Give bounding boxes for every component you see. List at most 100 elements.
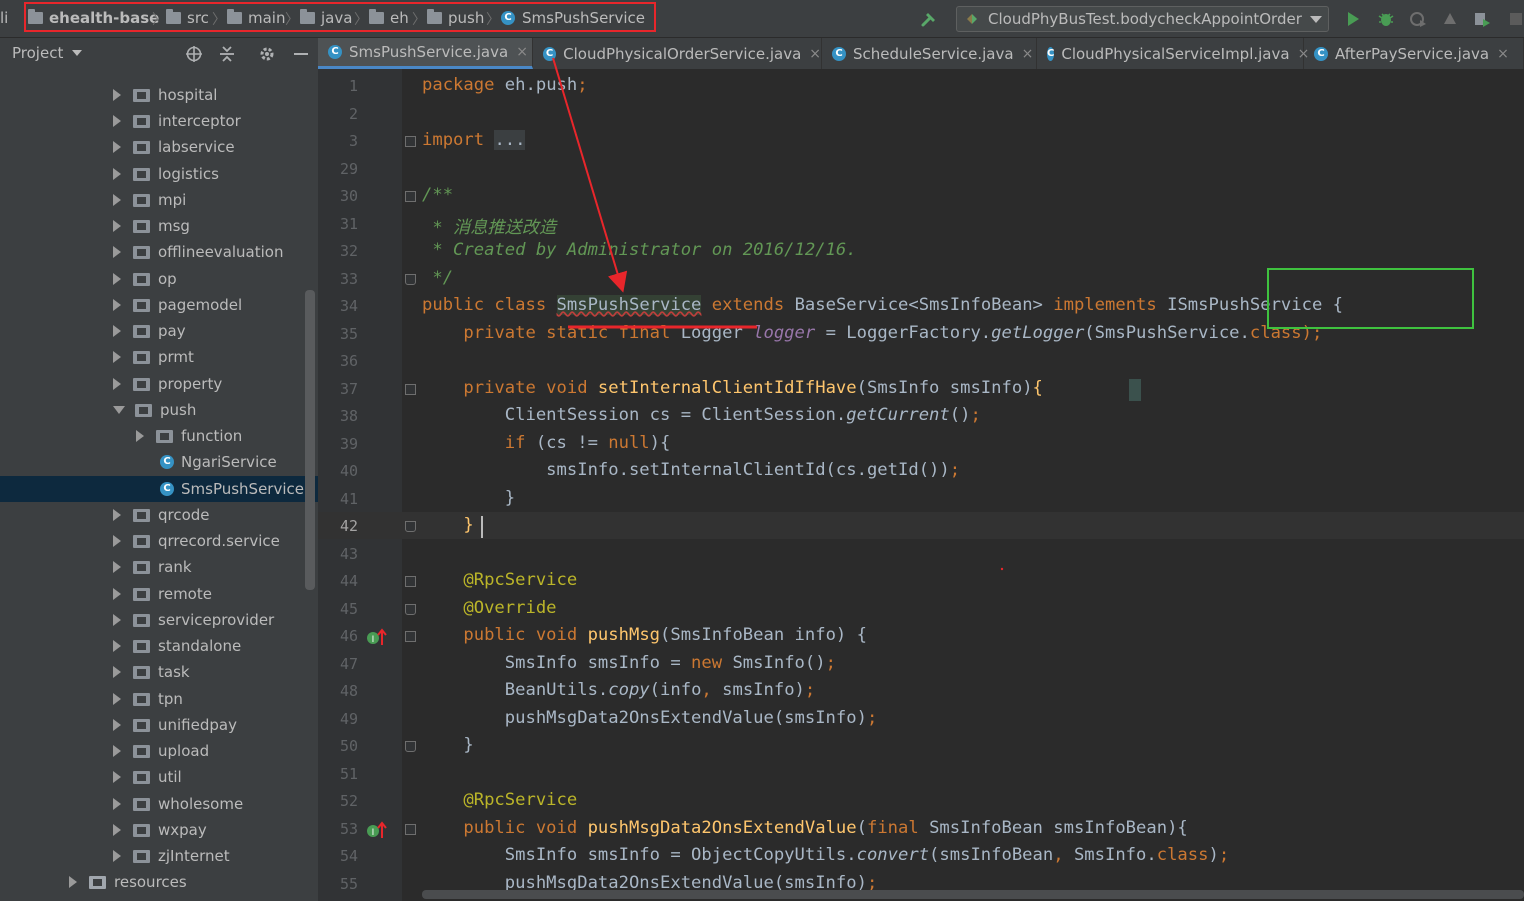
tree-item-task[interactable]: task — [0, 659, 318, 685]
fold-marker-icon[interactable] — [405, 631, 416, 642]
collapsed-arrow-icon[interactable] — [113, 640, 121, 652]
tree-item-function[interactable]: function — [0, 423, 318, 449]
tree-item-offlineevaluation[interactable]: offlineevaluation — [0, 239, 318, 265]
debug-icon[interactable] — [1377, 10, 1395, 28]
fold-marker-icon[interactable] — [405, 136, 416, 147]
tree-item-NgariService[interactable]: C NgariService — [0, 449, 318, 475]
collapsed-arrow-icon[interactable] — [113, 614, 121, 626]
project-view-selector[interactable]: Project — [12, 44, 83, 62]
code-line[interactable]: SmsInfo smsInfo = ObjectCopyUtils.conver… — [422, 845, 1229, 865]
tree-item-mpi[interactable]: mpi — [0, 187, 318, 213]
tree-item-pagemodel[interactable]: pagemodel — [0, 292, 318, 318]
hide-panel-icon[interactable] — [292, 45, 310, 63]
code-line[interactable]: */ — [422, 268, 453, 288]
tree-item-rank[interactable]: rank — [0, 554, 318, 580]
code-line[interactable]: BeanUtils.copy(info, smsInfo); — [422, 680, 816, 700]
collapsed-arrow-icon[interactable] — [113, 378, 121, 390]
tree-item-wholesome[interactable]: wholesome — [0, 791, 318, 817]
collapsed-arrow-icon[interactable] — [113, 351, 121, 363]
fold-marker-icon[interactable] — [405, 604, 416, 615]
collapsed-arrow-icon[interactable] — [113, 509, 121, 521]
close-tab-icon[interactable]: × — [1497, 46, 1509, 62]
implements-method-icon[interactable]: I — [366, 627, 388, 647]
tree-item-assemble[interactable]: assemble — [0, 895, 318, 901]
collapsed-arrow-icon[interactable] — [113, 89, 121, 101]
tree-item-zjInternet[interactable]: zjInternet — [0, 843, 318, 869]
collapsed-arrow-icon[interactable] — [113, 115, 121, 127]
close-tab-icon[interactable]: × — [516, 44, 528, 60]
collapsed-arrow-icon[interactable] — [113, 299, 121, 311]
fold-marker-icon[interactable] — [405, 384, 416, 395]
collapsed-arrow-icon[interactable] — [113, 194, 121, 206]
tree-item-SmsPushService[interactable]: C SmsPushService — [0, 476, 318, 502]
code-line[interactable]: SmsInfo smsInfo = new SmsInfo(); — [422, 653, 836, 673]
collapsed-arrow-icon[interactable] — [113, 535, 121, 547]
code-line[interactable]: @Override — [422, 598, 556, 618]
collapsed-arrow-icon[interactable] — [113, 693, 121, 705]
tree-item-resources[interactable]: resources — [0, 869, 318, 895]
code-line[interactable]: public void pushMsgData2OnsExtendValue(f… — [422, 818, 1187, 838]
code-line[interactable]: public void pushMsg(SmsInfoBean info) { — [422, 625, 867, 645]
code-line[interactable]: private void setInternalClientIdIfHave(S… — [422, 378, 1043, 398]
expanded-arrow-icon[interactable] — [113, 406, 125, 414]
code-line[interactable]: pushMsgData2OnsExtendValue(smsInfo); — [422, 708, 878, 728]
tree-item-qrcode[interactable]: qrcode — [0, 502, 318, 528]
collapsed-arrow-icon[interactable] — [113, 719, 121, 731]
attach-debugger-icon[interactable] — [1473, 10, 1491, 28]
editor-tab[interactable]: C SmsPushService.java × — [318, 38, 533, 69]
tree-item-serviceprovider[interactable]: serviceprovider — [0, 607, 318, 633]
editor-tab[interactable]: C AfterPayService.java × — [1304, 38, 1524, 69]
code-line[interactable]: @RpcService — [422, 790, 577, 810]
tree-item-op[interactable]: op — [0, 266, 318, 292]
tree-item-tpn[interactable]: tpn — [0, 686, 318, 712]
collapsed-arrow-icon[interactable] — [113, 588, 121, 600]
tree-scrollbar[interactable] — [305, 290, 315, 590]
collapsed-arrow-icon[interactable] — [69, 876, 77, 888]
collapsed-arrow-icon[interactable] — [113, 168, 121, 180]
editor-tab[interactable]: C CloudPhysicalOrderService.java × — [533, 38, 822, 69]
tree-item-property[interactable]: property — [0, 371, 318, 397]
tree-item-push[interactable]: push — [0, 397, 318, 423]
collapsed-arrow-icon[interactable] — [136, 430, 144, 442]
fold-marker-icon[interactable] — [405, 521, 416, 532]
tree-item-labservice[interactable]: labservice — [0, 134, 318, 160]
code-line[interactable]: * 消息推送改造 — [422, 213, 556, 238]
tree-item-standalone[interactable]: standalone — [0, 633, 318, 659]
code-line[interactable]: } — [422, 488, 515, 508]
code-line[interactable]: public class SmsPushService extends Base… — [422, 295, 1343, 315]
profile-icon[interactable] — [1441, 10, 1459, 28]
fold-marker-icon[interactable] — [405, 274, 416, 285]
collapsed-arrow-icon[interactable] — [113, 745, 121, 757]
code-line[interactable]: ClientSession cs = ClientSession.getCurr… — [422, 405, 981, 425]
collapsed-arrow-icon[interactable] — [113, 771, 121, 783]
code-line[interactable]: @RpcService — [422, 570, 577, 590]
collapsed-arrow-icon[interactable] — [113, 141, 121, 153]
code-editor[interactable] — [402, 69, 1524, 901]
fold-marker-icon[interactable] — [405, 741, 416, 752]
code-line[interactable]: import ... — [422, 130, 526, 150]
run-configuration-select[interactable]: CloudPhyBusTest.bodycheckAppointOrder — [956, 6, 1329, 32]
run-icon[interactable] — [1344, 10, 1362, 28]
code-line[interactable]: if (cs != null){ — [422, 433, 671, 453]
tree-item-hospital[interactable]: hospital — [0, 82, 318, 108]
tree-item-unifiedpay[interactable]: unifiedpay — [0, 712, 318, 738]
code-line[interactable]: package eh.push; — [422, 75, 588, 95]
tree-item-wxpay[interactable]: wxpay — [0, 817, 318, 843]
editor-tab[interactable]: C CloudPhysicalServiceImpl.java × — [1037, 38, 1309, 69]
code-line[interactable]: * Created by Administrator on 2016/12/16… — [422, 240, 856, 260]
stop-icon[interactable] — [1507, 10, 1524, 28]
editor-tab[interactable]: C ScheduleService.java × — [822, 38, 1037, 69]
collapse-all-icon[interactable] — [218, 45, 236, 63]
run-with-coverage-icon[interactable] — [1409, 10, 1427, 28]
tree-item-util[interactable]: util — [0, 764, 318, 790]
tree-item-remote[interactable]: remote — [0, 581, 318, 607]
collapsed-arrow-icon[interactable] — [113, 561, 121, 573]
close-tab-icon[interactable]: × — [1022, 46, 1034, 62]
collapsed-arrow-icon[interactable] — [113, 824, 121, 836]
collapsed-arrow-icon[interactable] — [113, 666, 121, 678]
tree-item-pay[interactable]: pay — [0, 318, 318, 344]
code-line[interactable]: /** — [422, 185, 453, 205]
collapsed-arrow-icon[interactable] — [113, 246, 121, 258]
collapsed-arrow-icon[interactable] — [113, 220, 121, 232]
tree-item-msg[interactable]: msg — [0, 213, 318, 239]
